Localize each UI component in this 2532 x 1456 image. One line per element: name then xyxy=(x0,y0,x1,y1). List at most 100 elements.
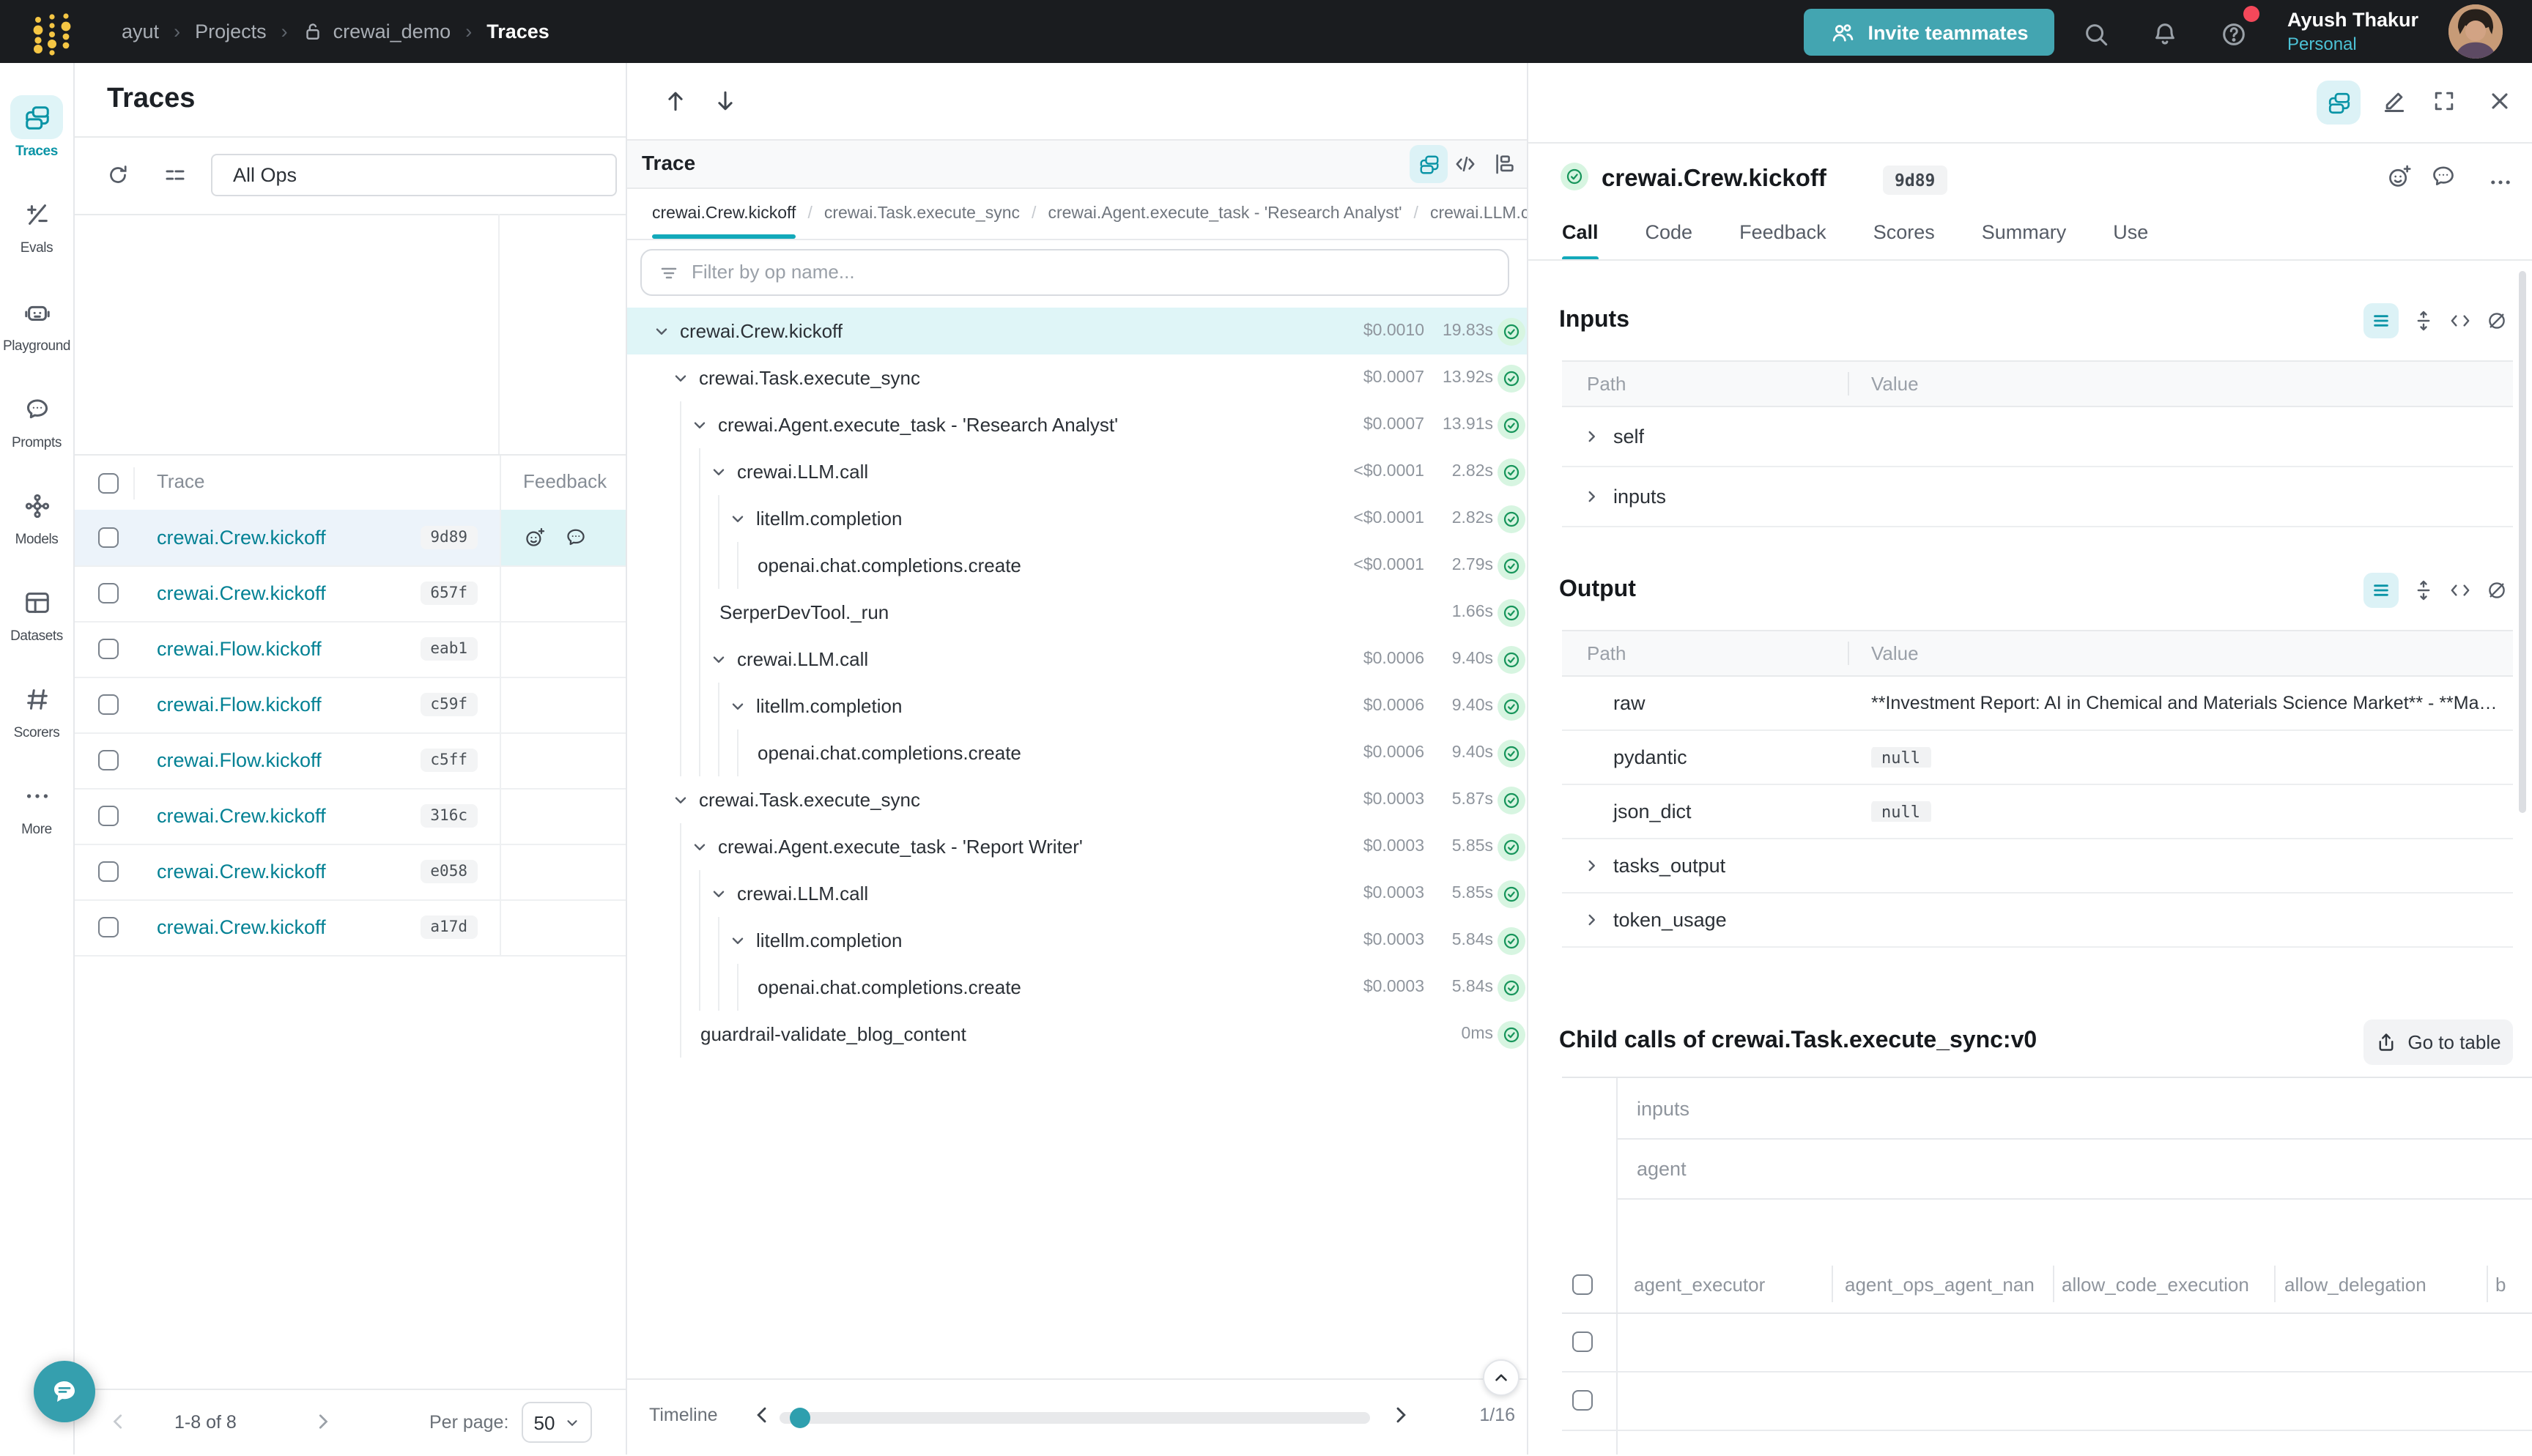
timeline-slider-handle[interactable] xyxy=(790,1408,810,1428)
row-settings-icon[interactable] xyxy=(163,163,188,187)
timeline-slider[interactable] xyxy=(780,1412,1370,1424)
trace-mode-icon[interactable] xyxy=(2317,81,2361,125)
arrow-up-icon[interactable] xyxy=(662,88,689,114)
path-value-row[interactable]: token_usage xyxy=(1562,894,2513,948)
op-filter-input[interactable]: Filter by op name... xyxy=(640,249,1509,296)
close-icon[interactable] xyxy=(2487,88,2513,114)
hide-values-icon[interactable] xyxy=(2485,309,2509,333)
column-header[interactable]: b xyxy=(2495,1273,2506,1295)
trace-tree-row[interactable]: openai.chat.completions.create$0.00035.8… xyxy=(627,964,1527,1011)
column-header[interactable]: agent_ops_agent_nan xyxy=(1845,1273,2035,1295)
expand-caret[interactable] xyxy=(1584,858,1600,874)
select-all-checkbox[interactable] xyxy=(1572,1274,1593,1295)
wandb-logo-icon[interactable] xyxy=(31,7,73,56)
path-value-row[interactable]: pydanticnull xyxy=(1562,731,2513,785)
child-call-row[interactable]: 'Research Analyst'FalseFalse'E xyxy=(1562,1371,2532,1431)
path-value-row[interactable]: self xyxy=(1562,407,2513,467)
trace-table-row[interactable]: crewai.Flow.kickoffc5ff xyxy=(75,732,626,790)
trace-tree-row[interactable]: openai.chat.completions.create<$0.00012.… xyxy=(627,542,1527,589)
arrow-down-icon[interactable] xyxy=(712,88,738,114)
trace-link[interactable]: crewai.Flow.kickoff xyxy=(157,694,322,716)
trace-table-row[interactable]: crewai.Crew.kickoff657f xyxy=(75,565,626,623)
breadcrumb-project[interactable]: crewai_demo xyxy=(303,21,451,42)
trace-table-row[interactable]: crewai.Crew.kickoffa17d xyxy=(75,899,626,957)
edit-pencil-icon[interactable] xyxy=(2381,88,2407,114)
column-header[interactable]: allow_code_execution xyxy=(2062,1273,2249,1295)
expand-rows-icon[interactable] xyxy=(2412,309,2435,333)
search-icon[interactable] xyxy=(2082,21,2110,48)
notifications-bell-icon[interactable] xyxy=(2151,21,2179,48)
list-view-icon[interactable] xyxy=(2363,573,2399,608)
expand-caret[interactable] xyxy=(711,886,727,902)
timeline-next-icon[interactable] xyxy=(1389,1403,1413,1427)
prev-page-icon[interactable] xyxy=(107,1411,129,1433)
flame-graph-view-icon[interactable] xyxy=(1493,152,1517,176)
invite-teammates-button[interactable]: Invite teammates xyxy=(1804,9,2054,56)
go-to-table-button[interactable]: Go to table xyxy=(2363,1019,2513,1065)
more-options-icon[interactable] xyxy=(2488,170,2513,195)
expand-caret[interactable] xyxy=(711,652,727,668)
next-page-icon[interactable] xyxy=(312,1411,334,1433)
call-id-badge[interactable]: 9d89 xyxy=(1883,166,1947,195)
column-header[interactable]: agent_executor xyxy=(1634,1273,1765,1295)
trace-table-row[interactable]: crewai.Crew.kickoff316c xyxy=(75,788,626,845)
help-icon[interactable] xyxy=(2220,21,2248,48)
path-value-row[interactable]: inputs xyxy=(1562,467,2513,527)
trace-link[interactable]: crewai.Crew.kickoff xyxy=(157,527,326,549)
tab-summary[interactable]: Summary xyxy=(1982,204,2067,261)
timeline-prev-icon[interactable] xyxy=(750,1403,774,1427)
path-value-row[interactable]: raw**Investment Report: AI in Chemical a… xyxy=(1562,677,2513,731)
path-value-row[interactable]: tasks_output xyxy=(1562,839,2513,894)
add-reaction-icon[interactable] xyxy=(523,526,547,549)
expand-caret[interactable] xyxy=(673,792,689,809)
trace-tree-row[interactable]: litellm.completion$0.00035.84s xyxy=(627,917,1527,964)
collapse-panel-button[interactable] xyxy=(1483,1359,1519,1396)
column-header[interactable]: allow_delegation xyxy=(2284,1273,2426,1295)
code-view-icon[interactable] xyxy=(1454,152,1477,176)
code-format-icon[interactable] xyxy=(2448,579,2472,602)
trace-tree-row[interactable]: crewai.Agent.execute_task - 'Report Writ… xyxy=(627,823,1527,870)
row-checkbox[interactable] xyxy=(1572,1331,1593,1352)
row-checkbox[interactable] xyxy=(98,750,119,770)
row-checkbox[interactable] xyxy=(98,583,119,603)
trace-tree-row[interactable]: crewai.LLM.call$0.00035.85s xyxy=(627,870,1527,917)
trace-tree-row[interactable]: guardrail-validate_blog_content0ms xyxy=(627,1011,1527,1058)
sidebar-item-evals[interactable]: Evals xyxy=(0,192,73,256)
tab-scores[interactable]: Scores xyxy=(1873,204,1935,261)
trace-tree-row[interactable]: crewai.Task.execute_sync$0.000713.92s xyxy=(627,354,1527,401)
list-view-icon[interactable] xyxy=(2363,303,2399,338)
trace-link[interactable]: crewai.Crew.kickoff xyxy=(157,582,326,604)
sidebar-item-models[interactable]: Models xyxy=(0,483,73,548)
tree-view-icon[interactable] xyxy=(1410,145,1448,183)
expand-caret[interactable] xyxy=(1584,428,1600,445)
sidebar-item-prompts[interactable]: Prompts xyxy=(0,387,73,451)
path-value-row[interactable]: json_dictnull xyxy=(1562,785,2513,839)
avatar[interactable] xyxy=(2448,4,2503,59)
breadcrumb-entity[interactable]: ayut xyxy=(122,21,159,42)
trace-table-row[interactable]: crewai.Crew.kickoffe058 xyxy=(75,844,626,901)
expand-caret[interactable] xyxy=(1584,912,1600,928)
row-checkbox[interactable] xyxy=(98,694,119,715)
ops-filter-select[interactable]: All Ops xyxy=(211,154,617,196)
column-header-feedback[interactable]: Feedback xyxy=(523,470,607,492)
row-checkbox[interactable] xyxy=(98,527,119,548)
select-all-checkbox[interactable] xyxy=(98,473,119,494)
trace-table-row[interactable]: crewai.Flow.kickoffc59f xyxy=(75,677,626,734)
expand-caret[interactable] xyxy=(730,933,746,949)
trace-link[interactable]: crewai.Flow.kickoff xyxy=(157,749,322,771)
expand-caret[interactable] xyxy=(654,324,670,340)
refresh-icon[interactable] xyxy=(106,163,130,187)
column-header-trace[interactable]: Trace xyxy=(157,470,205,492)
span-breadcrumb-item[interactable]: crewai.Crew.kickoff xyxy=(652,189,796,239)
breadcrumb-projects[interactable]: Projects xyxy=(195,21,267,42)
trace-tree-row[interactable]: crewai.Task.execute_sync$0.00035.87s xyxy=(627,776,1527,823)
trace-table-row[interactable]: crewai.Crew.kickoff9d89 xyxy=(75,510,626,567)
trace-tree-row[interactable]: crewai.Crew.kickoff$0.001019.83s xyxy=(627,308,1527,354)
trace-tree-row[interactable]: crewai.LLM.call$0.00069.40s xyxy=(627,636,1527,683)
trace-tree-row[interactable]: crewai.LLM.call<$0.00012.82s xyxy=(627,448,1527,495)
row-checkbox[interactable] xyxy=(1572,1390,1593,1411)
tab-call[interactable]: Call xyxy=(1562,204,1599,261)
row-checkbox[interactable] xyxy=(98,639,119,659)
tab-feedback[interactable]: Feedback xyxy=(1739,204,1826,261)
span-breadcrumb-item[interactable]: crewai.Agent.execute_task - 'Research An… xyxy=(1048,189,1402,239)
